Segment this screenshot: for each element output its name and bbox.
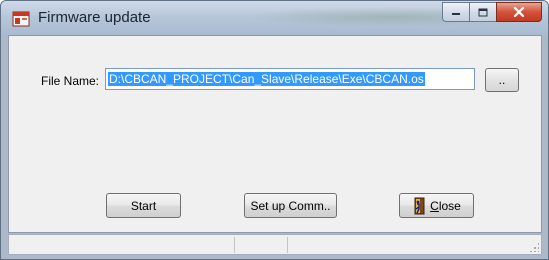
- firmware-update-window: Firmware update File Name: D:\CBCAN_PROJ…: [0, 0, 549, 260]
- close-button-mnemonic: C: [430, 198, 439, 213]
- status-bar-divider: [287, 237, 288, 253]
- file-name-input[interactable]: D:\CBCAN_PROJECT\Can_Slave\Release\Exe\C…: [105, 68, 475, 90]
- file-name-label: File Name:: [41, 74, 100, 88]
- close-window-button[interactable]: [496, 2, 542, 22]
- maximize-icon: [478, 8, 488, 16]
- caption-buttons: [442, 2, 542, 24]
- status-bar-divider: [234, 237, 235, 253]
- browse-button[interactable]: ..: [485, 68, 519, 92]
- dialog-client-area: File Name: D:\CBCAN_PROJECT\Can_Slave\Re…: [8, 35, 542, 233]
- close-icon: [513, 7, 525, 17]
- status-bar: [8, 234, 542, 255]
- close-button-label-rest: lose: [438, 198, 461, 213]
- close-button[interactable]: Close: [399, 193, 474, 218]
- app-window-icon: [12, 11, 30, 27]
- setup-comm-button[interactable]: Set up Comm..: [244, 193, 337, 218]
- maximize-button[interactable]: [469, 2, 496, 22]
- title-bar[interactable]: Firmware update: [1, 1, 548, 35]
- minimize-icon: [452, 13, 460, 15]
- window-title: Firmware update: [38, 9, 151, 26]
- close-button-label: Close: [430, 199, 461, 213]
- file-name-value: D:\CBCAN_PROJECT\Can_Slave\Release\Exe\C…: [108, 72, 425, 86]
- exit-door-icon: [414, 197, 425, 214]
- resize-grip-icon[interactable]: [529, 242, 539, 252]
- minimize-button[interactable]: [442, 2, 469, 22]
- start-button[interactable]: Start: [106, 193, 181, 218]
